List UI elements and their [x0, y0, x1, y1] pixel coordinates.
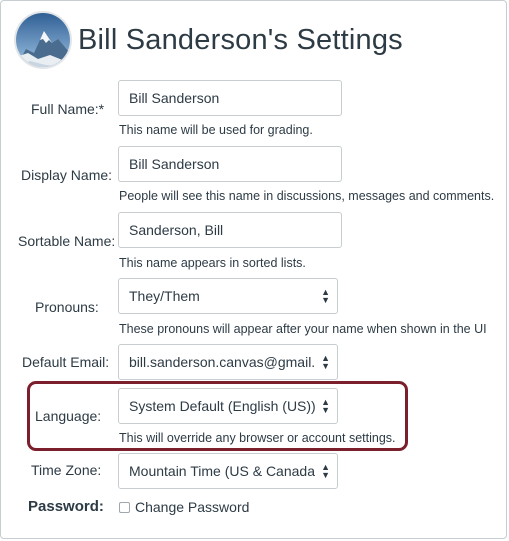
select-arrows-icon: ▲ ▼ [321, 462, 330, 480]
full-name-value: Bill Sanderson [129, 90, 220, 106]
language-hint: This will override any browser or accoun… [119, 431, 396, 445]
change-password-label[interactable]: Change Password [135, 499, 249, 515]
password-label: Password: [28, 498, 104, 515]
page-title: Bill Sanderson's Settings [78, 23, 403, 56]
sortable-name-label: Sortable Name: [18, 233, 116, 249]
language-value: System Default (English (US)) [129, 398, 315, 414]
time-zone-value: Mountain Time (US & Canada) (-06:00) [129, 463, 315, 479]
pronouns-select[interactable]: They/Them ▲ ▼ [118, 278, 338, 314]
select-arrows-icon: ▲ ▼ [321, 353, 330, 371]
mountain-avatar-icon[interactable] [16, 13, 70, 67]
pronouns-hint: These pronouns will appear after your na… [119, 322, 487, 336]
pronouns-value: They/Them [129, 288, 200, 304]
sortable-name-value: Sanderson, Bill [129, 222, 224, 238]
select-arrows-icon: ▲ ▼ [321, 287, 330, 305]
sortable-name-input[interactable]: Sanderson, Bill [118, 212, 342, 248]
full-name-input[interactable]: Bill Sanderson [118, 80, 342, 116]
language-label: Language: [35, 408, 102, 424]
default-email-value: bill.sanderson.canvas@gmail.com [129, 354, 315, 370]
pronouns-label: Pronouns: [35, 299, 99, 315]
page-header: Bill Sanderson's Settings [16, 13, 403, 67]
change-password-checkbox[interactable] [119, 501, 130, 513]
time-zone-select[interactable]: Mountain Time (US & Canada) (-06:00) ▲▼ [118, 453, 338, 489]
select-arrows-icon: ▲ ▼ [321, 397, 330, 415]
full-name-hint: This name will be used for grading. [119, 123, 313, 137]
change-password-option[interactable]: Change Password [119, 499, 249, 515]
language-select[interactable]: System Default (English (US)) ▲ ▼ [118, 388, 338, 424]
sortable-name-hint: This name appears in sorted lists. [119, 256, 306, 270]
display-name-label: Display Name: [21, 167, 113, 183]
display-name-hint: People will see this name in discussions… [119, 189, 495, 203]
display-name-value: Bill Sanderson [129, 156, 220, 172]
display-name-input[interactable]: Bill Sanderson [118, 146, 342, 182]
full-name-label: Full Name:* [31, 101, 105, 117]
default-email-label: Default Email: [22, 354, 110, 370]
default-email-select[interactable]: bill.sanderson.canvas@gmail.com ▲▼ [118, 344, 338, 380]
time-zone-label: Time Zone: [31, 462, 102, 478]
